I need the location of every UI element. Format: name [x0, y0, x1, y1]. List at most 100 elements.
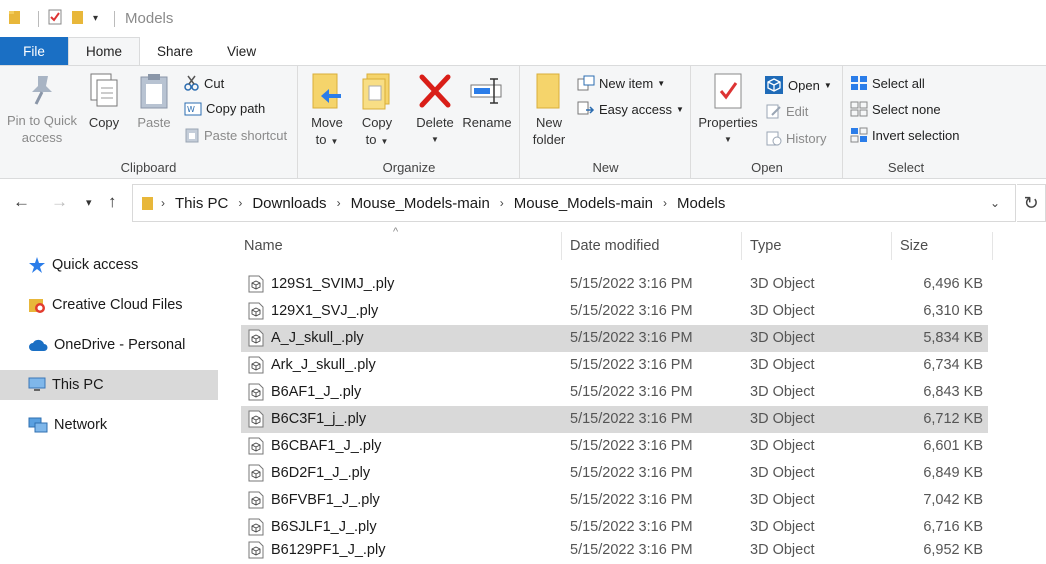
cut-button[interactable]: Cut: [184, 75, 224, 91]
file-name: 129X1_SVJ_.ply: [271, 303, 379, 319]
3d-object-file-icon: [248, 383, 264, 401]
file-row[interactable]: A_J_skull_.ply 5/15/2022 3:16 PM 3D Obje…: [241, 325, 988, 352]
column-header-name[interactable]: Name: [244, 230, 283, 262]
chevron-down-icon: ▼: [431, 135, 439, 144]
invert-selection-icon: [850, 127, 868, 143]
column-header-type[interactable]: Type: [750, 230, 781, 262]
open-button[interactable]: Open ▼: [764, 75, 832, 95]
chevron-down-icon: ▼: [330, 137, 339, 146]
file-date: 5/15/2022 3:16 PM: [570, 519, 693, 535]
computer-icon: [28, 377, 46, 391]
rename-icon: [470, 78, 502, 104]
recent-locations-chevron-icon[interactable]: ▾: [86, 196, 92, 209]
clipboard-group: Pin to Quick access Copy Paste Cut W Cop…: [0, 66, 298, 178]
properties-button[interactable]: Properties ▼: [696, 72, 760, 148]
column-divider[interactable]: [891, 232, 892, 260]
file-type: 3D Object: [750, 542, 815, 558]
3d-object-file-icon: [248, 410, 264, 428]
delete-button[interactable]: Delete ▼: [413, 72, 457, 148]
tab-file[interactable]: File: [0, 37, 68, 65]
select-none-icon: [850, 101, 868, 117]
rename-button[interactable]: Rename: [461, 72, 513, 131]
file-row[interactable]: 129S1_SVIMJ_.ply 5/15/2022 3:16 PM 3D Ob…: [241, 271, 988, 298]
file-row[interactable]: 129X1_SVJ_.ply 5/15/2022 3:16 PM 3D Obje…: [241, 298, 988, 325]
sidebar-item-this-pc[interactable]: This PC: [0, 370, 218, 400]
column-header-date[interactable]: Date modified: [570, 230, 659, 262]
scissors-icon: [184, 75, 199, 91]
chevron-right-icon[interactable]: ›: [494, 196, 510, 210]
breadcrumb-this-pc[interactable]: This PC: [171, 195, 232, 212]
column-header-size[interactable]: Size: [900, 230, 928, 262]
column-divider[interactable]: [741, 232, 742, 260]
paste-shortcut-icon: [185, 128, 199, 143]
customize-toolbar-icon[interactable]: ▾: [93, 13, 98, 24]
sidebar-item-network[interactable]: Network: [0, 410, 218, 440]
window-title: Models: [125, 10, 174, 27]
history-icon: [766, 131, 782, 146]
chevron-right-icon[interactable]: ›: [331, 196, 347, 210]
chevron-right-icon[interactable]: ›: [155, 196, 171, 210]
breadcrumb-models[interactable]: Models: [673, 195, 729, 212]
sidebar-item-creative-cloud[interactable]: Creative Cloud Files: [0, 290, 218, 320]
file-row[interactable]: B6FVBF1_J_.ply 5/15/2022 3:16 PM 3D Obje…: [241, 487, 988, 514]
file-row[interactable]: Ark_J_skull_.ply 5/15/2022 3:16 PM 3D Ob…: [241, 352, 988, 379]
file-row[interactable]: B6D2F1_J_.ply 5/15/2022 3:16 PM 3D Objec…: [241, 460, 988, 487]
chevron-down-icon: ▼: [823, 80, 832, 90]
file-size: 6,712 KB: [923, 411, 983, 427]
new-item-icon: [577, 75, 595, 91]
file-date: 5/15/2022 3:16 PM: [570, 357, 693, 373]
file-type: 3D Object: [750, 492, 815, 508]
sort-ascending-icon: ^: [393, 226, 399, 238]
file-date: 5/15/2022 3:16 PM: [570, 542, 693, 558]
sidebar-item-onedrive[interactable]: OneDrive - Personal: [0, 330, 218, 360]
new-item-button[interactable]: New item ▼: [577, 75, 665, 91]
refresh-button[interactable]: ↻: [1017, 184, 1046, 222]
column-divider[interactable]: [561, 232, 562, 260]
file-size: 6,952 KB: [923, 542, 983, 558]
forward-arrow-icon[interactable]: →: [51, 192, 68, 212]
breadcrumb-downloads[interactable]: Downloads: [248, 195, 330, 212]
file-row[interactable]: B6C3F1_j_.ply 5/15/2022 3:16 PM 3D Objec…: [241, 406, 988, 433]
chevron-right-icon[interactable]: ›: [232, 196, 248, 210]
tab-share[interactable]: Share: [140, 37, 210, 65]
file-date: 5/15/2022 3:16 PM: [570, 465, 693, 481]
up-arrow-icon[interactable]: ↑: [108, 192, 117, 212]
sidebar-item-quick-access[interactable]: Quick access: [0, 250, 218, 280]
breadcrumb-mouse-models-main[interactable]: Mouse_Models-main: [347, 195, 494, 212]
tab-view[interactable]: View: [210, 37, 273, 65]
new-folder-button[interactable]: New folder: [529, 72, 569, 148]
file-row[interactable]: B6129PF1_J_.ply 5/15/2022 3:16 PM 3D Obj…: [241, 537, 988, 564]
tab-home[interactable]: Home: [68, 37, 141, 65]
back-arrow-icon[interactable]: ←: [13, 192, 30, 212]
pin-to-quick-access-button[interactable]: Pin to Quick access: [6, 72, 78, 146]
file-row[interactable]: B6CBAF1_J_.ply 5/15/2022 3:16 PM 3D Obje…: [241, 433, 988, 460]
copy-icon: [90, 73, 118, 107]
file-row[interactable]: B6AF1_J_.ply 5/15/2022 3:16 PM 3D Object…: [241, 379, 988, 406]
new-folder-icon[interactable]: [71, 9, 85, 28]
address-dropdown-chevron-icon[interactable]: ⌄: [990, 196, 1000, 210]
paste-button[interactable]: Paste: [134, 72, 174, 131]
chevron-right-icon[interactable]: ›: [657, 196, 673, 210]
copy-to-button[interactable]: Copy to ▼: [357, 72, 397, 150]
3d-object-file-icon: [248, 491, 264, 509]
file-size: 6,849 KB: [923, 465, 983, 481]
network-icon: [28, 417, 48, 433]
select-all-button[interactable]: Select all: [850, 75, 925, 91]
new-group-label: New: [592, 160, 619, 175]
column-divider[interactable]: [992, 232, 993, 260]
address-bar[interactable]: › This PC › Downloads › Mouse_Models-mai…: [132, 184, 1016, 222]
copy-button[interactable]: Copy: [84, 72, 124, 131]
easy-access-button[interactable]: Easy access ▼: [577, 101, 684, 117]
select-none-button[interactable]: Select none: [850, 101, 941, 117]
file-type: 3D Object: [750, 438, 815, 454]
edit-button[interactable]: Edit: [766, 103, 808, 119]
invert-selection-button[interactable]: Invert selection: [850, 127, 959, 143]
paste-shortcut-button[interactable]: Paste shortcut: [184, 127, 287, 143]
file-size: 5,834 KB: [923, 330, 983, 346]
copy-path-button[interactable]: W Copy path: [184, 101, 265, 116]
properties-icon[interactable]: [47, 9, 63, 28]
move-to-button[interactable]: Move to ▼: [307, 72, 347, 150]
breadcrumb-mouse-models-main-inner[interactable]: Mouse_Models-main: [510, 195, 657, 212]
file-type: 3D Object: [750, 276, 815, 292]
history-button[interactable]: History: [766, 130, 826, 146]
